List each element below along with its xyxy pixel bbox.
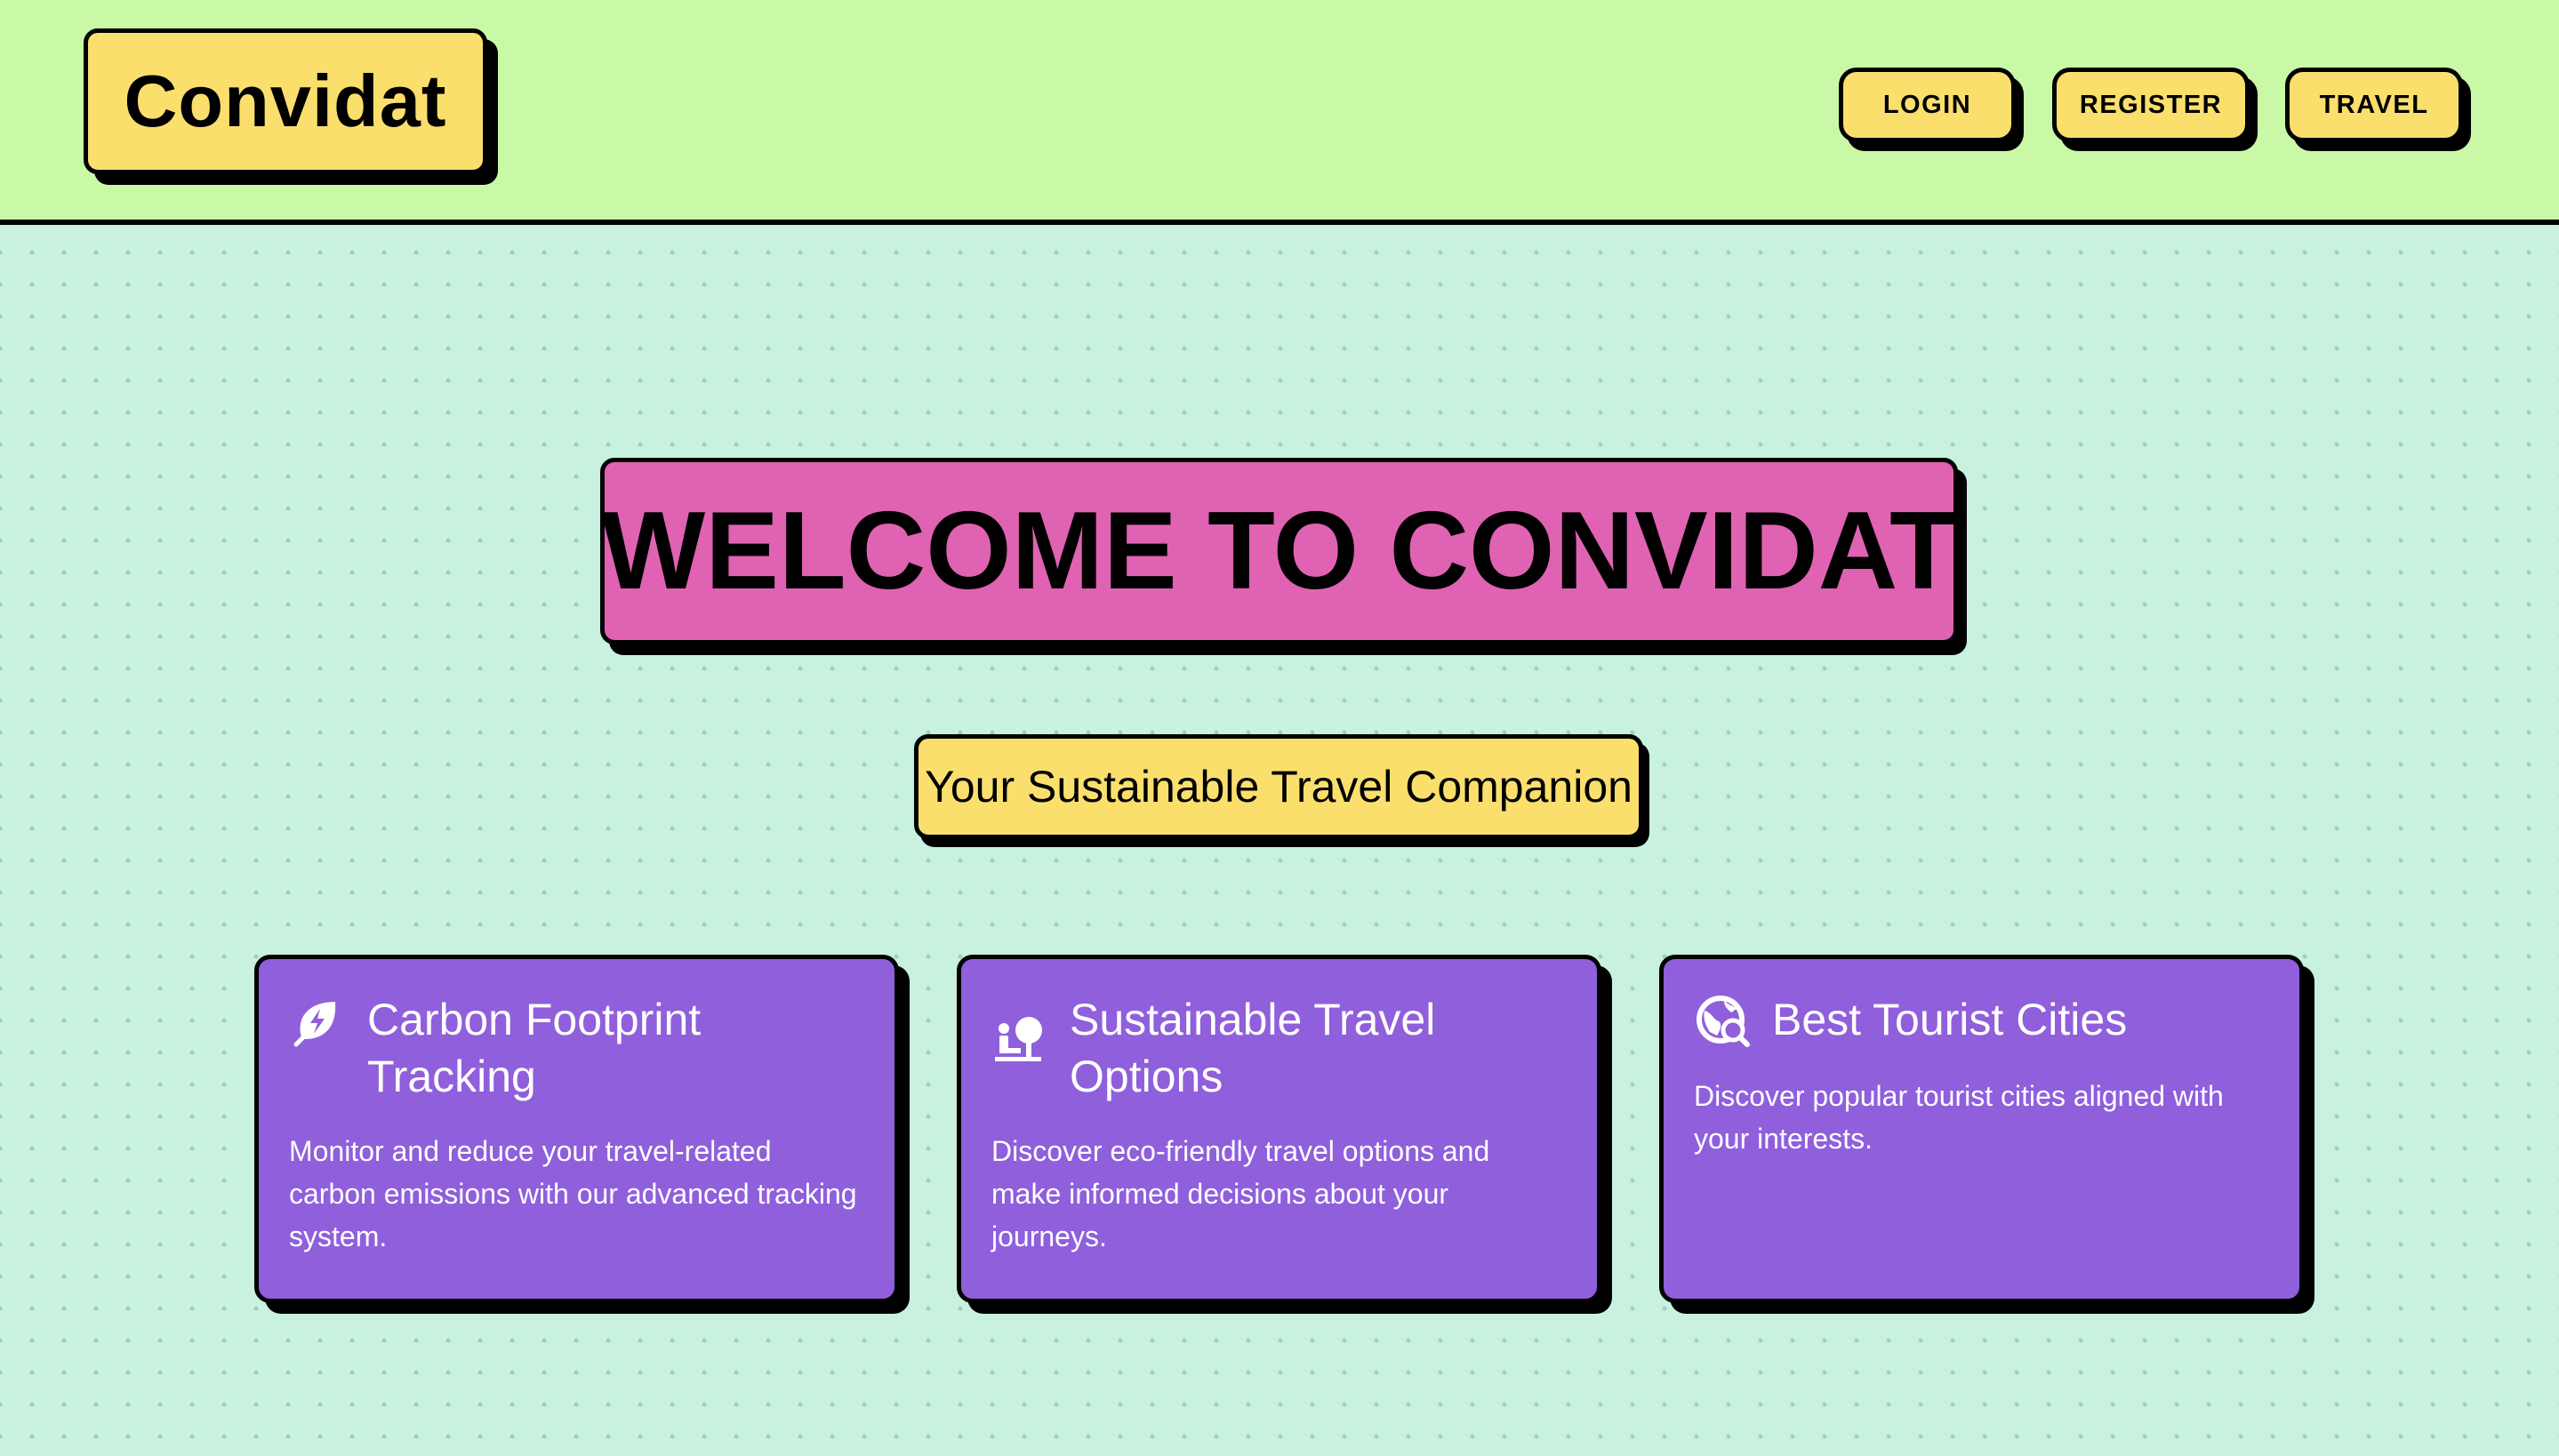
feature-title: Best Tourist Cities	[1772, 995, 2128, 1044]
feature-title: Carbon Footprint Tracking	[367, 995, 702, 1101]
hero-title: WELCOME TO CONVIDAT	[600, 458, 1958, 644]
feature-card-tourist-cities[interactable]: Best Tourist Cities Discover popular tou…	[1659, 955, 2304, 1303]
feature-description: Monitor and reduce your travel-related c…	[289, 1135, 857, 1252]
eco-leaf-bolt-icon	[289, 993, 346, 1050]
feature-card-sustainable-travel[interactable]: Sustainable Travel Options Discover eco-…	[957, 955, 1601, 1303]
register-button[interactable]: REGISTER	[2052, 68, 2250, 142]
feature-description: Discover popular tourist cities aligned …	[1694, 1080, 2224, 1155]
site-header: Convidat LOGIN REGISTER TRAVEL	[0, 0, 2559, 225]
feature-title: Sustainable Travel Options	[1070, 995, 1436, 1101]
logo[interactable]: Convidat	[84, 28, 487, 174]
travel-button[interactable]: TRAVEL	[2285, 68, 2463, 142]
login-button[interactable]: LOGIN	[1839, 68, 2016, 142]
person-tree-icon	[991, 1009, 1048, 1066]
hero-subtitle: Your Sustainable Travel Companion	[914, 734, 1643, 839]
globe-search-icon	[1694, 993, 1751, 1050]
feature-description: Discover eco-friendly travel options and…	[991, 1135, 1490, 1252]
feature-card-carbon-tracking[interactable]: Carbon Footprint Tracking Monitor and re…	[254, 955, 899, 1303]
